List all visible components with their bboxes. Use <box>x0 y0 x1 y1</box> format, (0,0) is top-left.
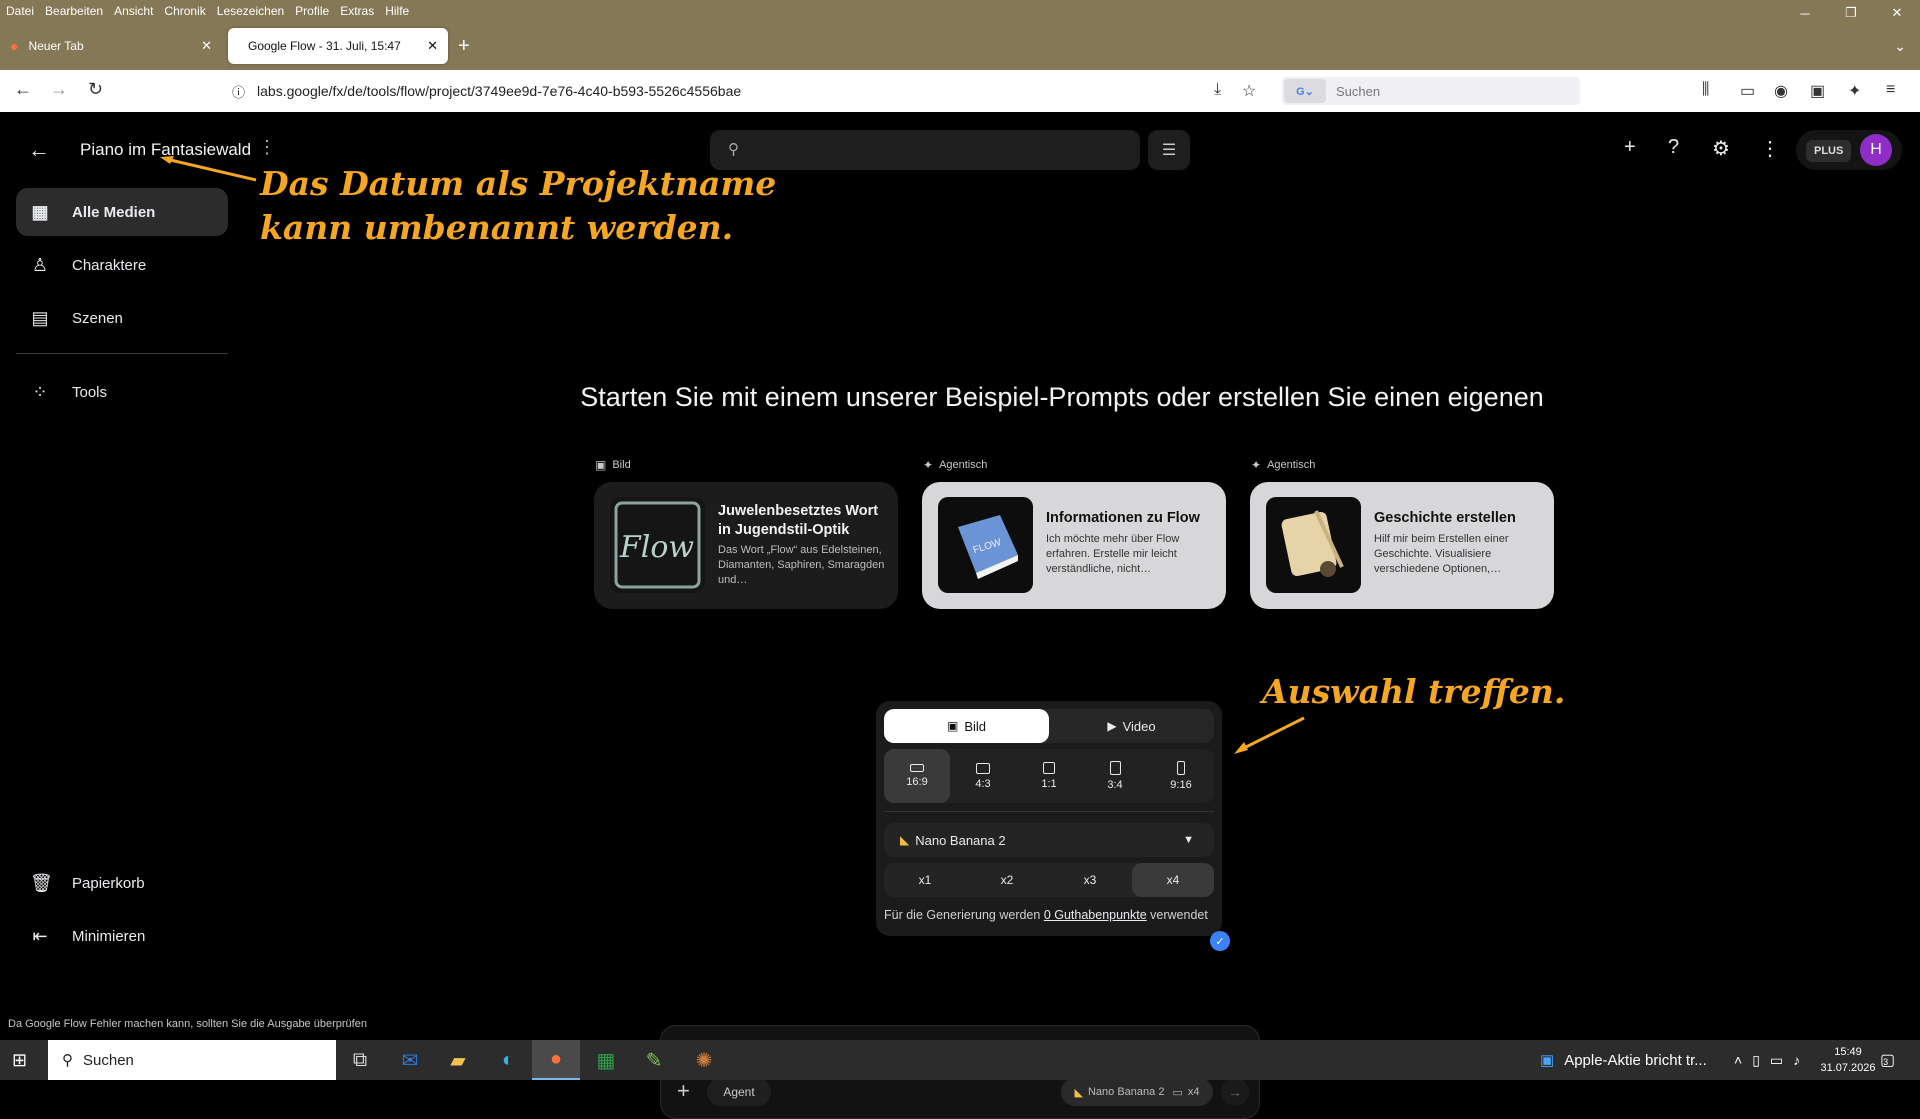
back-icon[interactable]: ← <box>14 79 32 100</box>
tab-google-flow[interactable]: Google Flow - 31. Juli, 15:47 ✕ <box>228 28 448 64</box>
model-chip-label: Nano Banana 2 <box>1087 1086 1165 1098</box>
news-headline: Apple-Aktie bricht tr... <box>1564 1051 1707 1069</box>
extensions-icon[interactable]: ✦ <box>1848 81 1861 101</box>
google-engine-icon[interactable]: G⌄ <box>1284 79 1326 103</box>
menu-hilfe[interactable]: Hilfe <box>385 4 409 18</box>
reload-icon[interactable]: ↻ <box>88 79 103 100</box>
menu-profile[interactable]: Profile <box>295 4 329 18</box>
menu-extras[interactable]: Extras <box>340 4 374 18</box>
firefox-icon: ● <box>10 38 19 54</box>
agent-button[interactable]: Agent <box>707 1078 771 1106</box>
flow-app: ← Piano im Fantasiewald ⋮ ▦ Alle Medien … <box>0 112 1920 1119</box>
page-action-icon[interactable]: ⤓ <box>1214 81 1221 99</box>
tab-close-icon[interactable]: ✕ <box>201 38 212 54</box>
taskbar-search[interactable]: ⚲ Suchen <box>48 1040 336 1080</box>
taskbar-search-label: Suchen <box>83 1051 134 1069</box>
windows-start-icon[interactable]: ⊞ <box>12 1050 27 1071</box>
device-icon[interactable]: ▯ <box>1752 1052 1770 1068</box>
file-explorer-icon[interactable]: ▰ <box>434 1040 482 1080</box>
edge-icon[interactable]: ◐ <box>484 1040 532 1080</box>
clock-date: 31.07.2026 <box>1820 1062 1876 1074</box>
count-chip-label: x4 <box>1187 1086 1200 1098</box>
container-icon[interactable]: ▣ <box>1810 81 1825 101</box>
tab-list-chevron-icon[interactable]: ⌄ <box>1894 38 1906 55</box>
news-icon: ▣ <box>1540 1052 1555 1069</box>
spreadsheet-app-icon[interactable]: ▦ <box>582 1040 630 1080</box>
site-info-icon[interactable]: ⓘ <box>232 82 245 101</box>
banana-icon: ◣ <box>1074 1086 1083 1099</box>
add-media-icon[interactable]: + <box>677 1078 690 1104</box>
tab-title: Google Flow - 31. Juli, 15:47 <box>248 39 401 53</box>
volume-icon[interactable]: ♪ <box>1793 1052 1810 1068</box>
aspect-ratio-icon: ▭ <box>1172 1086 1183 1099</box>
library-icon[interactable]: ⫼ <box>1702 81 1709 99</box>
news-widget[interactable]: ▣ Apple-Aktie bricht tr... <box>1540 1040 1707 1080</box>
hamburger-menu-icon[interactable]: ≡ <box>1886 81 1895 99</box>
tab-neuer-tab[interactable]: ● Neuer Tab ✕ <box>0 28 222 64</box>
new-tab-icon[interactable]: + <box>458 36 470 56</box>
account-icon[interactable]: ◉ <box>1774 81 1788 101</box>
firefox-icon[interactable]: ● <box>532 1040 580 1080</box>
url-bar[interactable]: ⓘ labs.google/fx/de/tools/flow/project/3… <box>232 76 1254 106</box>
taskbar: ⊞ ⚲ Suchen ⧉ ✉ ▰ ◐ ● ▦ ✎ ✺ ▣ Apple-Aktie… <box>0 1040 1920 1080</box>
send-icon[interactable]: → <box>1221 1078 1249 1106</box>
tab-strip: ● Neuer Tab ✕ Google Flow - 31. Juli, 15… <box>0 22 1920 70</box>
bookmark-star-icon[interactable]: ☆ <box>1242 81 1256 101</box>
utility-app-icon[interactable]: ✺ <box>680 1040 728 1080</box>
menu-ansicht[interactable]: Ansicht <box>114 4 153 18</box>
annotation-arrows <box>160 156 1305 754</box>
navigation-bar: ← → ↻ ⓘ labs.google/fx/de/tools/flow/pro… <box>0 70 1920 112</box>
search-icon: ⚲ <box>62 1052 73 1069</box>
tray-expand-icon[interactable]: ˄ <box>1734 1052 1752 1068</box>
web-search-box[interactable]: G⌄ Suchen <box>1282 77 1580 105</box>
outlook-icon[interactable]: ✉ <box>386 1040 434 1080</box>
model-settings-chip[interactable]: ◣ Nano Banana 2 ▭ x4 <box>1061 1078 1213 1106</box>
clock-time: 15:49 <box>1834 1046 1862 1058</box>
url-text: labs.google/fx/de/tools/flow/project/374… <box>257 83 742 99</box>
web-search-placeholder: Suchen <box>1336 83 1381 99</box>
tab-close-icon[interactable]: ✕ <box>427 38 438 54</box>
notification-icon[interactable]: ▢3 <box>1880 1050 1895 1070</box>
system-tray: ˄▯▭♪ <box>1734 1052 1810 1069</box>
menu-bar: Datei Bearbeiten Ansicht Chronik Lesezei… <box>0 0 1920 22</box>
menu-chronik[interactable]: Chronik <box>164 4 205 18</box>
menu-lesezeichen[interactable]: Lesezeichen <box>217 4 284 18</box>
forward-icon[interactable]: → <box>50 79 68 100</box>
menu-datei[interactable]: Datei <box>6 4 34 18</box>
tab-title: Neuer Tab <box>28 39 84 53</box>
notification-count: 3 <box>1883 1057 1889 1067</box>
sidebar-toggle-icon[interactable]: ▭ <box>1740 81 1755 101</box>
network-icon[interactable]: ▭ <box>1770 1052 1793 1068</box>
menu-bearbeiten[interactable]: Bearbeiten <box>45 4 103 18</box>
clock[interactable]: 15:49 31.07.2026 <box>1818 1044 1878 1076</box>
graphics-app-icon[interactable]: ✎ <box>630 1040 678 1080</box>
task-view-icon[interactable]: ⧉ <box>336 1040 384 1080</box>
